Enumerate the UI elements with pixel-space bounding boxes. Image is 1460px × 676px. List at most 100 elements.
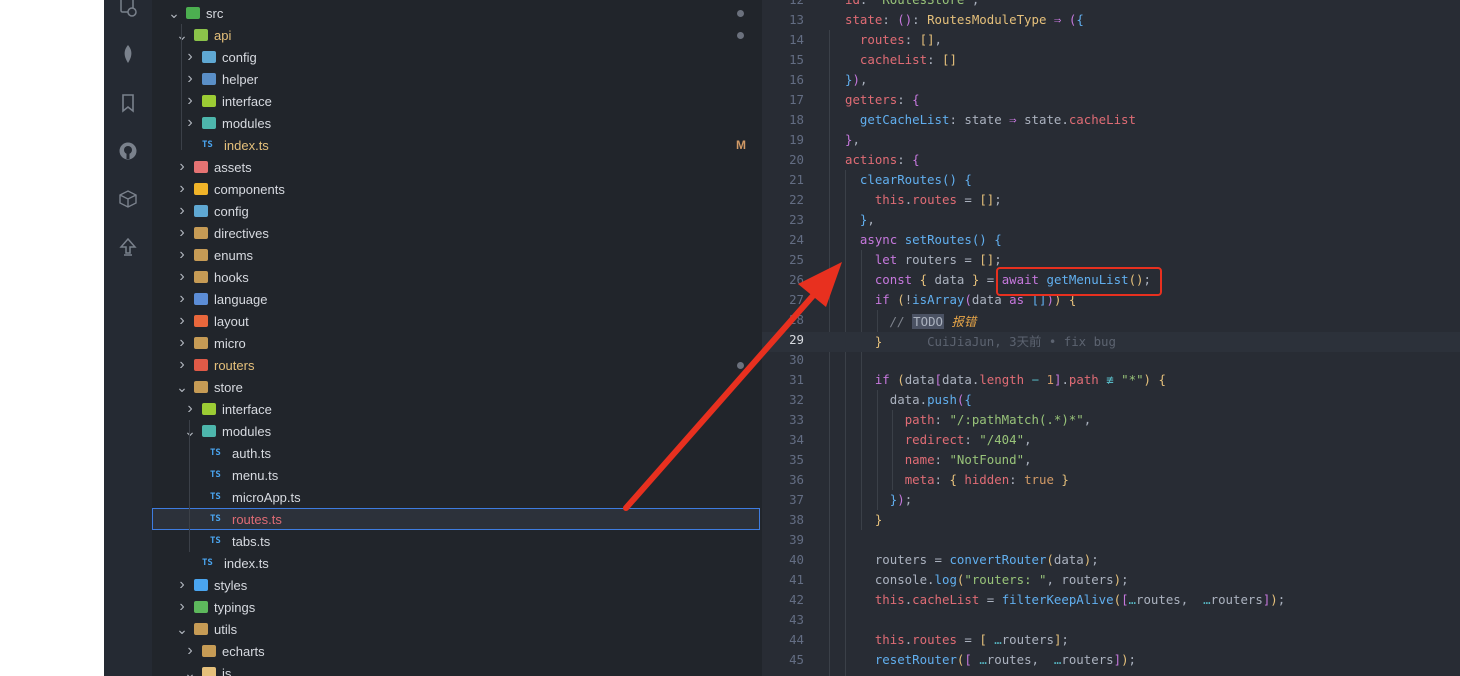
- explorer-folder[interactable]: › language: [152, 288, 762, 310]
- explorer-folder[interactable]: › echarts: [152, 640, 762, 662]
- explorer-folder[interactable]: ⌄ store: [152, 376, 762, 398]
- mongodb-leaf-icon[interactable]: [118, 44, 138, 64]
- chevron-down-icon[interactable]: ⌄: [176, 380, 188, 394]
- code-line[interactable]: 44 this.routes = [ …routers];: [762, 632, 1460, 652]
- code-line[interactable]: 20 actions: {: [762, 152, 1460, 172]
- code-line[interactable]: 16}),: [762, 72, 1460, 92]
- explorer-folder[interactable]: › config: [152, 46, 762, 68]
- explorer-file[interactable]: TS menu.ts: [152, 464, 762, 486]
- code-line[interactable]: 35 name: "NotFound",: [762, 452, 1460, 472]
- folder-icon: [194, 359, 208, 371]
- chevron-right-icon[interactable]: ›: [176, 357, 188, 373]
- code-line[interactable]: 34 redirect: "/404",: [762, 432, 1460, 452]
- explorer-folder[interactable]: › components: [152, 178, 762, 200]
- explorer-file[interactable]: TS auth.ts: [152, 442, 762, 464]
- code-editor[interactable]: 12 id: "RoutesStore", 13 state: (): RoutesM…: [762, 0, 1460, 676]
- explorer-folder[interactable]: › hooks: [152, 266, 762, 288]
- line-number: 20: [789, 152, 804, 167]
- explorer-folder[interactable]: ⌄ src: [152, 2, 762, 24]
- chevron-down-icon[interactable]: ⌄: [184, 424, 196, 438]
- code-line[interactable]: 28 // TODO 报错: [762, 312, 1460, 332]
- code-line[interactable]: 21 clearRoutes() {: [762, 172, 1460, 192]
- chevron-right-icon[interactable]: ›: [176, 181, 188, 197]
- explorer-folder[interactable]: › directives: [152, 222, 762, 244]
- explorer-folder[interactable]: ⌄ js: [152, 662, 762, 676]
- chevron-right-icon[interactable]: ›: [184, 49, 196, 65]
- explorer-folder[interactable]: › assets: [152, 156, 762, 178]
- code-line[interactable]: 40 routers = convertRouter(data);: [762, 552, 1460, 572]
- code-line[interactable]: 18 getCacheList: state ⇒ state.cacheList: [762, 112, 1460, 132]
- explorer-folder[interactable]: › interface: [152, 90, 762, 112]
- explorer-item-label: js: [222, 665, 232, 676]
- explorer-file[interactable]: TS routes.ts: [152, 508, 760, 530]
- explorer-folder[interactable]: › styles: [152, 574, 762, 596]
- explorer-folder[interactable]: ⌄ api: [152, 24, 762, 46]
- explorer-folder[interactable]: ⌄ modules: [152, 420, 762, 442]
- explorer-folder[interactable]: › config: [152, 200, 762, 222]
- chevron-right-icon[interactable]: ›: [176, 599, 188, 615]
- code-line[interactable]: 41 console.log("routers: ", routers);: [762, 572, 1460, 592]
- explorer-folder[interactable]: › micro: [152, 332, 762, 354]
- code-line[interactable]: 13 state: (): RoutesModuleType ⇒ ({: [762, 12, 1460, 32]
- github-icon[interactable]: [118, 141, 138, 161]
- code-line[interactable]: 42 this.cacheList = filterKeepAlive([…ro…: [762, 592, 1460, 612]
- code-line[interactable]: 31 if (data[data.length − 1].path ≢ "*")…: [762, 372, 1460, 392]
- chevron-down-icon[interactable]: ⌄: [176, 622, 188, 636]
- code-line[interactable]: 39: [762, 532, 1460, 552]
- code-line[interactable]: 15 cacheList: []: [762, 52, 1460, 72]
- chevron-right-icon[interactable]: ›: [184, 401, 196, 417]
- code-line[interactable]: 33 path: "/:pathMatch(.*)*",: [762, 412, 1460, 432]
- explorer-file[interactable]: TS index.ts: [152, 552, 762, 574]
- chevron-down-icon[interactable]: ⌄: [176, 28, 188, 42]
- explorer-file[interactable]: TS tabs.ts: [152, 530, 762, 552]
- code-line[interactable]: 17 getters: {: [762, 92, 1460, 112]
- code-line[interactable]: 22 this.routes = [];: [762, 192, 1460, 212]
- explorer-item-label: directives: [214, 225, 269, 241]
- code-line[interactable]: 45 resetRouter([ …routes, …routers]);: [762, 652, 1460, 672]
- explorer-file[interactable]: TS index.ts M: [152, 134, 762, 156]
- chevron-right-icon[interactable]: ›: [176, 203, 188, 219]
- folder-icon: [186, 7, 200, 19]
- explorer-item-label: routers: [214, 357, 255, 373]
- remote-explorer-icon[interactable]: [118, 0, 138, 20]
- explorer-folder[interactable]: › enums: [152, 244, 762, 266]
- code-line[interactable]: 23 },: [762, 212, 1460, 232]
- code-line[interactable]: 29 } CuiJiaJun, 3天前 • fix bug: [762, 332, 1460, 352]
- code-line[interactable]: 14 routes: [],: [762, 32, 1460, 52]
- chevron-right-icon[interactable]: ›: [176, 159, 188, 175]
- bookmark-icon[interactable]: [118, 93, 138, 113]
- chevron-right-icon[interactable]: ›: [176, 335, 188, 351]
- code-line[interactable]: 38 }: [762, 512, 1460, 532]
- code-line[interactable]: 43: [762, 612, 1460, 632]
- code-line[interactable]: 37 });: [762, 492, 1460, 512]
- explorer-folder[interactable]: › routers: [152, 354, 762, 376]
- chevron-down-icon[interactable]: ⌄: [184, 666, 196, 676]
- chevron-right-icon[interactable]: ›: [184, 643, 196, 659]
- explorer-item-label: styles: [214, 577, 248, 593]
- chevron-right-icon[interactable]: ›: [184, 71, 196, 87]
- explorer-file[interactable]: TS microApp.ts: [152, 486, 762, 508]
- tree-icon[interactable]: [118, 237, 138, 257]
- chevron-right-icon[interactable]: ›: [176, 577, 188, 593]
- explorer-folder[interactable]: › interface: [152, 398, 762, 420]
- chevron-right-icon[interactable]: ›: [176, 225, 188, 241]
- code-line[interactable]: 19},: [762, 132, 1460, 152]
- explorer-folder[interactable]: › layout: [152, 310, 762, 332]
- explorer-folder[interactable]: › typings: [152, 596, 762, 618]
- code-line[interactable]: 36 meta: { hidden: true }: [762, 472, 1460, 492]
- chevron-down-icon[interactable]: ⌄: [168, 6, 180, 20]
- chevron-right-icon[interactable]: ›: [176, 291, 188, 307]
- code-line[interactable]: 32 data.push({: [762, 392, 1460, 412]
- code-line[interactable]: 30: [762, 352, 1460, 372]
- explorer-folder[interactable]: › modules: [152, 112, 762, 134]
- chevron-right-icon[interactable]: ›: [176, 269, 188, 285]
- chevron-right-icon[interactable]: ›: [176, 313, 188, 329]
- package-icon[interactable]: [118, 189, 138, 209]
- explorer-folder[interactable]: ⌄ utils: [152, 618, 762, 640]
- chevron-right-icon[interactable]: ›: [184, 115, 196, 131]
- explorer-folder[interactable]: › helper: [152, 68, 762, 90]
- chevron-right-icon[interactable]: ›: [176, 247, 188, 263]
- code-line[interactable]: 12 id: "RoutesStore",: [762, 0, 1460, 12]
- chevron-right-icon[interactable]: ›: [184, 93, 196, 109]
- code-line[interactable]: 24 async setRoutes() {: [762, 232, 1460, 252]
